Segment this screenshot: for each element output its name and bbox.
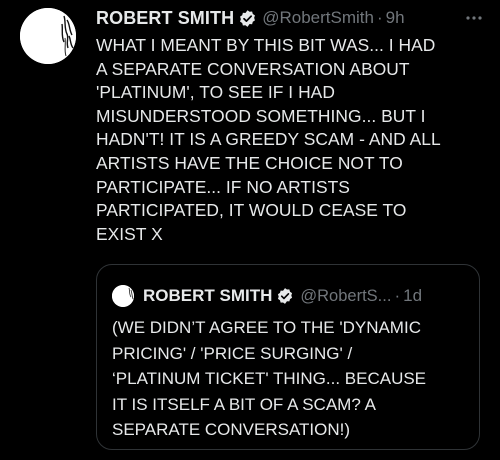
verified-badge-icon [238,9,257,28]
tweet-text: WHAT I MEANT BY THIS BIT WAS... I HAD A … [96,35,441,244]
quoted-timestamp: 1d [403,286,423,305]
tweet-header: ROBERT SMITH @RobertSmith · 9h [96,6,492,30]
quoted-avatar [112,285,134,307]
tweet[interactable]: ROBERT SMITH @RobertSmith · 9h WHAT I ME… [0,0,500,460]
author-name[interactable]: ROBERT SMITH [96,8,234,29]
separator-dot: · [376,8,383,27]
timestamp[interactable]: 9h [386,8,405,28]
separator-dot: · [394,286,401,305]
avatar-image [20,8,76,64]
quoted-tweet-text: (WE DIDN’T AGREE TO THE 'DYNAMIC PRICING… [112,318,427,439]
more-horizontal-icon[interactable] [462,6,486,30]
quoted-tweet-header: ROBERT SMITH @RobertS... · 1d [143,285,469,307]
author-handle[interactable]: @RobertSmith [262,8,374,28]
quoted-author-name: ROBERT SMITH [143,286,273,305]
quoted-author-handle: @RobertS... [300,286,392,305]
quoted-tweet[interactable]: ROBERT SMITH @RobertS... · 1d (WE DIDN’T… [96,264,480,450]
verified-badge-icon [276,287,294,305]
avatar[interactable] [20,8,76,64]
